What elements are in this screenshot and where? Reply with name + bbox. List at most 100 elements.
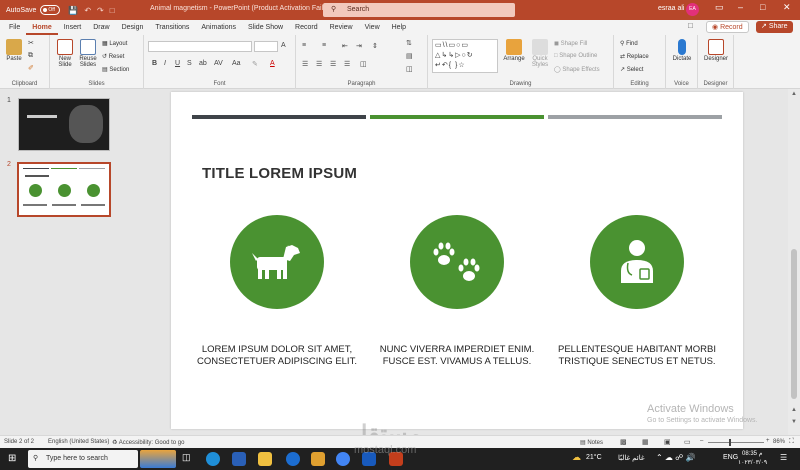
- zoom-app-icon[interactable]: [286, 452, 300, 466]
- paste-button[interactable]: Paste: [4, 39, 24, 62]
- tab-file[interactable]: File: [3, 20, 26, 35]
- share-button[interactable]: ↗ Share: [756, 21, 793, 33]
- previous-slide-icon[interactable]: ▲: [791, 407, 797, 413]
- record-button[interactable]: ◉ Record: [706, 21, 749, 33]
- tab-view[interactable]: View: [359, 20, 386, 35]
- weather-temperature[interactable]: 21°C: [586, 454, 602, 461]
- reset-button[interactable]: ↺ Reset: [102, 53, 124, 60]
- weather-condition[interactable]: غائم غالبًا: [618, 454, 645, 462]
- task-view-icon[interactable]: ◫: [182, 452, 196, 466]
- smartart-icon[interactable]: ◫: [406, 65, 413, 73]
- clock-time[interactable]: 08:35 م: [742, 450, 762, 457]
- designer-button[interactable]: Designer: [702, 39, 730, 62]
- tab-review[interactable]: Review: [324, 20, 359, 35]
- caption-3[interactable]: PELLENTESQUE HABITANT MORBI TRISTIQUE SE…: [537, 344, 737, 368]
- align-right-icon[interactable]: ☰: [330, 60, 336, 68]
- font-size-select[interactable]: [254, 41, 278, 52]
- shadow-icon[interactable]: S: [187, 60, 192, 67]
- ribbon-display-icon[interactable]: ▭: [715, 2, 724, 13]
- windows-start-icon[interactable]: ⊞: [8, 453, 16, 464]
- slide-sorter-icon[interactable]: ▦: [642, 438, 649, 446]
- arrange-button[interactable]: Arrange: [502, 39, 526, 62]
- font-name-select[interactable]: [148, 41, 252, 52]
- increase-indent-icon[interactable]: ⇥: [356, 42, 362, 50]
- zoom-slider[interactable]: [708, 442, 764, 443]
- redo-icon[interactable]: ↷: [97, 6, 104, 15]
- slide-thumbnail-1[interactable]: [18, 98, 110, 151]
- close-icon[interactable]: ✕: [783, 2, 791, 13]
- font-color-icon[interactable]: A: [270, 60, 275, 67]
- caption-1[interactable]: LOREM IPSUM DOLOR SIT AMET, CONSECTETUER…: [177, 344, 377, 368]
- increase-font-icon[interactable]: A: [281, 42, 286, 49]
- language-status[interactable]: English (United States): [48, 439, 109, 445]
- app-icon[interactable]: [232, 452, 246, 466]
- align-left-icon[interactable]: ☰: [302, 60, 308, 68]
- slideshow-icon[interactable]: □: [110, 6, 115, 15]
- chrome-icon[interactable]: [336, 452, 350, 466]
- change-case-icon[interactable]: Aa: [232, 60, 241, 67]
- autosave-toggle[interactable]: Off: [40, 5, 61, 15]
- cut-icon[interactable]: ✂: [28, 39, 34, 47]
- tab-home[interactable]: Home: [26, 20, 58, 35]
- find-button[interactable]: ⚲ Find: [620, 40, 638, 47]
- folder-icon[interactable]: [311, 452, 325, 466]
- shape-effects-button[interactable]: ◯ Shape Effects: [554, 66, 600, 73]
- select-button[interactable]: ↗ Select: [620, 66, 643, 73]
- user-name[interactable]: esraa ali: [658, 5, 684, 12]
- fit-slide-icon[interactable]: ⛶: [789, 438, 794, 446]
- maximize-icon[interactable]: □: [760, 2, 765, 12]
- scroll-thumb[interactable]: [791, 249, 797, 399]
- zoom-level[interactable]: 86%: [773, 439, 785, 445]
- char-spacing-icon[interactable]: AV: [214, 60, 223, 67]
- section-button[interactable]: ▤ Section: [102, 66, 129, 73]
- comments-icon[interactable]: □: [688, 21, 693, 30]
- avatar[interactable]: EA: [686, 3, 699, 16]
- new-slide-button[interactable]: New Slide: [54, 39, 76, 68]
- normal-view-icon[interactable]: ▩: [620, 438, 627, 446]
- justify-icon[interactable]: ☰: [344, 60, 350, 68]
- search-highlight-image[interactable]: [140, 450, 176, 468]
- copy-icon[interactable]: ⧉: [28, 52, 33, 60]
- underline-icon[interactable]: U: [175, 60, 180, 67]
- bold-icon[interactable]: B: [152, 60, 157, 67]
- zoom-slider-handle[interactable]: [729, 439, 731, 446]
- quick-styles-button[interactable]: Quick Styles: [528, 39, 552, 68]
- slide-thumbnail-2[interactable]: [17, 162, 111, 217]
- tab-design[interactable]: Design: [116, 20, 150, 35]
- edge-icon[interactable]: [206, 452, 220, 466]
- minimize-icon[interactable]: –: [738, 2, 743, 12]
- taskbar-search-input[interactable]: ⚲ Type here to search: [28, 450, 138, 468]
- clock-date[interactable]: ١٠٢٣/٠٣/٠٩: [738, 459, 767, 466]
- shapes-gallery[interactable]: ▭\\▭○▭ △↳↳▷○↻ ↵↶{ }☆: [432, 39, 498, 73]
- numbering-icon[interactable]: ≡: [322, 42, 326, 49]
- vertical-scrollbar[interactable]: ▲ ▲ ▼: [788, 89, 800, 435]
- replace-button[interactable]: ⇄ Replace: [620, 53, 649, 60]
- tab-draw[interactable]: Draw: [87, 20, 115, 35]
- zoom-out-icon[interactable]: –: [700, 438, 703, 444]
- slideshow-view-icon[interactable]: ▭: [684, 438, 691, 446]
- slide[interactable]: TITLE LOREM IPSUM LOREM IPSUM DOLOR SIT …: [171, 92, 743, 429]
- input-language[interactable]: ENG: [723, 454, 738, 461]
- reading-view-icon[interactable]: ▣: [664, 438, 671, 446]
- decrease-indent-icon[interactable]: ⇤: [342, 42, 348, 50]
- notes-button[interactable]: ▤ Notes: [580, 439, 603, 446]
- tray-icons[interactable]: ⌃ ☁ ☍ 🔊: [656, 453, 695, 462]
- caption-2[interactable]: NUNC VIVERRA IMPERDIET ENIM. FUSCE EST. …: [357, 344, 557, 368]
- tab-insert[interactable]: Insert: [58, 20, 88, 35]
- line-spacing-icon[interactable]: ⇕: [372, 42, 378, 50]
- shape-outline-button[interactable]: □ Shape Outline: [554, 53, 597, 59]
- tab-record[interactable]: Record: [289, 20, 324, 35]
- italic-icon[interactable]: I: [164, 60, 166, 67]
- next-slide-icon[interactable]: ▼: [791, 419, 797, 425]
- columns-icon[interactable]: ◫: [360, 60, 367, 68]
- slide-title[interactable]: TITLE LOREM IPSUM: [202, 165, 357, 182]
- file-explorer-icon[interactable]: [258, 452, 272, 466]
- layout-button[interactable]: ▦ Layout: [102, 40, 127, 47]
- align-text-icon[interactable]: ▤: [406, 52, 413, 60]
- align-center-icon[interactable]: ☰: [316, 60, 322, 68]
- notification-icon[interactable]: ☰: [780, 453, 787, 462]
- highlight-icon[interactable]: ✎: [252, 60, 258, 68]
- text-direction-icon[interactable]: ⇅: [406, 39, 412, 47]
- dictate-button[interactable]: Dictate: [670, 39, 694, 62]
- accessibility-status[interactable]: ♻ Accessibility: Good to go: [112, 439, 184, 446]
